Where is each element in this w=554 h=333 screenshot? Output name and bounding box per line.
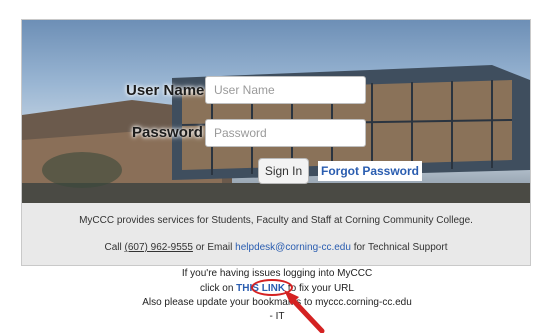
support-line: Call (607) 962-9555 or Email helpdesk@co… (22, 242, 530, 253)
phone-link[interactable]: (607) 962-9555 (125, 242, 193, 253)
email-prefix: or Email (192, 242, 236, 253)
username-input[interactable] (205, 76, 366, 104)
notice-click-suffix: to fix your URL (285, 283, 354, 294)
username-label: User Name (126, 82, 205, 99)
email-link[interactable]: helpdesk@corning-cc.edu (235, 242, 351, 253)
notice-line-1: If you're having issues logging into MyC… (181, 268, 373, 279)
notice-signature: - IT (269, 311, 285, 322)
forgot-password-link[interactable]: Forgot Password (318, 161, 423, 181)
notice-line-3: Also please update your bookmarks to myc… (142, 297, 412, 308)
annotation-circle (251, 279, 293, 296)
notice-click-prefix: click on (200, 283, 237, 294)
login-panel: User Name Password Sign In Forgot Passwo… (21, 19, 531, 266)
sign-in-button[interactable]: Sign In (258, 158, 309, 184)
password-label: Password (132, 124, 203, 141)
services-text: MyCCC provides services for Students, Fa… (79, 215, 473, 226)
password-input[interactable] (205, 119, 366, 147)
call-prefix: Call (104, 242, 125, 253)
support-suffix: for Technical Support (350, 242, 448, 253)
campus-banner-image: User Name Password Sign In Forgot Passwo… (22, 20, 530, 203)
